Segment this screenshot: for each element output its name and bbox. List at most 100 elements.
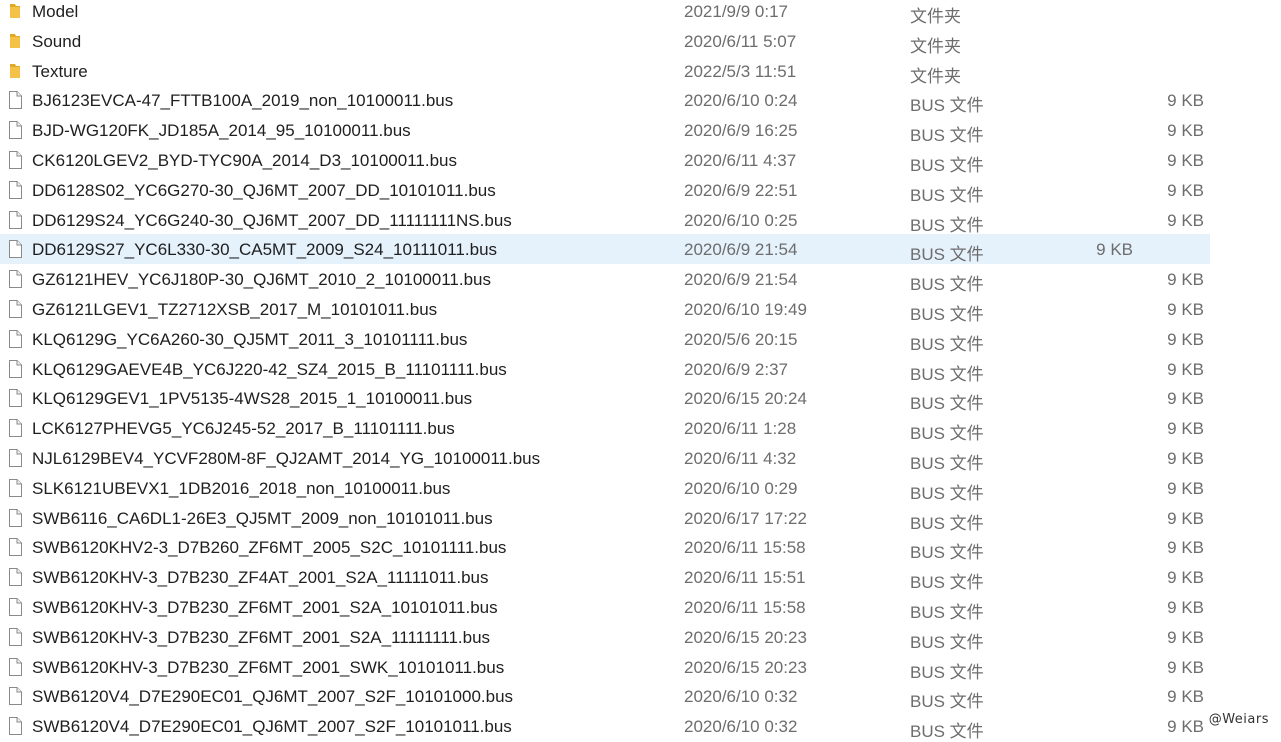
date-modified: 2022/5/3 11:51: [684, 61, 797, 81]
file-icon: [7, 538, 23, 557]
file-type: BUS 文件: [910, 155, 984, 175]
date-modified: 2020/6/10 0:24: [684, 91, 798, 111]
file-type: BUS 文件: [910, 632, 984, 652]
file-icon: [7, 121, 23, 140]
file-type: BUS 文件: [910, 245, 984, 265]
file-icon: [7, 717, 23, 736]
file-type: BUS 文件: [910, 215, 984, 235]
file-row[interactable]: GZ6121HEV_YC6J180P-30_QJ6MT_2010_2_10100…: [0, 264, 1281, 294]
file-name: NJL6129BEV4_YCVF280M-8F_QJ2AMT_2014_YG_1…: [32, 448, 541, 468]
file-name: SWB6120KHV-3_D7B230_ZF6MT_2001_S2A_11111…: [32, 627, 491, 647]
date-modified: 2020/6/15 20:23: [684, 657, 807, 677]
file-name: SWB6120KHV-3_D7B230_ZF6MT_2001_S2A_10101…: [32, 597, 498, 617]
file-row[interactable]: SWB6120KHV-3_D7B230_ZF4AT_2001_S2A_11111…: [0, 562, 1281, 592]
file-row[interactable]: GZ6121LGEV1_TZ2712XSB_2017_M_10101011.bu…: [0, 294, 1281, 324]
file-type: BUS 文件: [910, 453, 984, 473]
date-modified: 2020/6/11 4:32: [684, 448, 797, 468]
file-size: 9 KB: [1167, 657, 1204, 677]
file-row[interactable]: KLQ6129GEV1_1PV5135-4WS28_2015_1_1010001…: [0, 383, 1281, 413]
file-size: 9 KB: [1167, 478, 1204, 498]
file-row[interactable]: SLK6121UBEVX1_1DB2016_2018_non_10100011.…: [0, 473, 1281, 503]
file-row[interactable]: CK6120LGEV2_BYD-TYC90A_2014_D3_10100011.…: [0, 145, 1281, 175]
file-row[interactable]: BJ6123EVCA-47_FTTB100A_2019_non_10100011…: [0, 85, 1281, 115]
file-icon: [7, 568, 23, 587]
file-row[interactable]: SWB6120KHV-3_D7B230_ZF6MT_2001_S2A_11111…: [0, 622, 1281, 652]
file-row[interactable]: SWB6120KHV-3_D7B230_ZF6MT_2001_S2A_10101…: [0, 592, 1281, 622]
file-icon: [7, 508, 23, 527]
file-name: SWB6120KHV-3_D7B230_ZF4AT_2001_S2A_11111…: [32, 568, 489, 588]
file-name: KLQ6129GAEVE4B_YC6J220-42_SZ4_2015_B_111…: [32, 359, 507, 379]
date-modified: 2020/6/10 0:29: [684, 478, 798, 498]
file-icon: [7, 329, 23, 348]
file-size: 9 KB: [1167, 508, 1204, 528]
folder-row[interactable]: Sound 2020/6/11 5:07 文件夹: [0, 26, 1281, 56]
file-name: KLQ6129G_YC6A260-30_QJ5MT_2011_3_1010111…: [32, 329, 468, 349]
file-row[interactable]: SWB6120V4_D7E290EC01_QJ6MT_2007_S2F_1010…: [0, 711, 1281, 741]
file-type: 文件夹: [910, 36, 961, 56]
date-modified: 2020/6/10 0:32: [684, 687, 798, 707]
file-size: 9 KB: [1167, 150, 1204, 170]
file-icon: [7, 687, 23, 706]
file-name: SWB6120V4_D7E290EC01_QJ6MT_2007_S2F_1010…: [32, 687, 514, 707]
file-name: SWB6120KHV-3_D7B230_ZF6MT_2001_SWK_10101…: [32, 657, 505, 677]
file-size: 9 KB: [1167, 270, 1204, 290]
file-size: 9 KB: [1167, 359, 1204, 379]
file-name: Sound: [32, 31, 82, 51]
folder-row[interactable]: Texture 2022/5/3 11:51 文件夹: [0, 56, 1281, 86]
file-type: BUS 文件: [910, 513, 984, 533]
file-size: 9 KB: [1167, 568, 1204, 588]
watermark: @Weiars: [1208, 712, 1269, 727]
file-type: BUS 文件: [910, 602, 984, 622]
file-icon: [7, 419, 23, 438]
date-modified: 2020/5/6 20:15: [684, 329, 798, 349]
date-modified: 2020/6/9 21:54: [684, 240, 798, 260]
file-name: BJD-WG120FK_JD185A_2014_95_10100011.bus: [32, 121, 411, 141]
file-name: SLK6121UBEVX1_1DB2016_2018_non_10100011.…: [32, 478, 451, 498]
file-size: 9 KB: [1167, 121, 1204, 141]
file-size: 9 KB: [1167, 329, 1204, 349]
file-size: 9 KB: [1167, 687, 1204, 707]
file-name: DD6129S24_YC6G240-30_QJ6MT_2007_DD_11111…: [32, 210, 512, 230]
file-row[interactable]: SWB6116_CA6DL1-26E3_QJ5MT_2009_non_10101…: [0, 503, 1281, 533]
file-name: Model: [32, 2, 79, 21]
date-modified: 2020/6/9 2:37: [684, 359, 788, 379]
file-row[interactable]: SWB6120KHV2-3_D7B260_ZF6MT_2005_S2C_1010…: [0, 532, 1281, 562]
file-name: CK6120LGEV2_BYD-TYC90A_2014_D3_10100011.…: [32, 150, 457, 170]
file-row[interactable]: DD6129S24_YC6G240-30_QJ6MT_2007_DD_11111…: [0, 205, 1281, 235]
file-size: 9 KB: [1096, 240, 1133, 260]
file-icon: [7, 597, 23, 616]
file-name: KLQ6129GEV1_1PV5135-4WS28_2015_1_1010001…: [32, 389, 473, 409]
file-row[interactable]: KLQ6129G_YC6A260-30_QJ5MT_2011_3_1010111…: [0, 324, 1281, 354]
file-type: BUS 文件: [910, 722, 984, 742]
date-modified: 2020/6/11 15:51: [684, 568, 806, 588]
date-modified: 2020/6/9 21:54: [684, 270, 798, 290]
file-row[interactable]: DD6129S27_YC6L330-30_CA5MT_2009_S24_1011…: [0, 234, 1210, 264]
file-icon: [7, 478, 23, 497]
date-modified: 2020/6/11 1:28: [684, 419, 797, 439]
file-row[interactable]: DD6128S02_YC6G270-30_QJ6MT_2007_DD_10101…: [0, 175, 1281, 205]
file-type: BUS 文件: [910, 275, 984, 295]
file-row[interactable]: LCK6127PHEVG5_YC6J245-52_2017_B_11101111…: [0, 413, 1281, 443]
file-type: BUS 文件: [910, 483, 984, 503]
file-row[interactable]: SWB6120KHV-3_D7B230_ZF6MT_2001_SWK_10101…: [0, 652, 1281, 682]
file-icon: [7, 270, 23, 289]
date-modified: 2020/6/11 15:58: [684, 597, 806, 617]
file-icon: [7, 240, 23, 259]
file-icon: [7, 448, 23, 467]
file-name: DD6128S02_YC6G270-30_QJ6MT_2007_DD_10101…: [32, 180, 496, 200]
folder-icon: [7, 32, 23, 50]
file-row[interactable]: KLQ6129GAEVE4B_YC6J220-42_SZ4_2015_B_111…: [0, 354, 1281, 384]
file-row[interactable]: BJD-WG120FK_JD185A_2014_95_10100011.bus 2…: [0, 115, 1281, 145]
file-icon: [7, 627, 23, 646]
file-size: 9 KB: [1167, 717, 1204, 737]
file-row[interactable]: SWB6120V4_D7E290EC01_QJ6MT_2007_S2F_1010…: [0, 681, 1281, 711]
file-type: BUS 文件: [910, 364, 984, 384]
file-type: BUS 文件: [910, 394, 984, 414]
file-type: BUS 文件: [910, 304, 984, 324]
file-name: Texture: [32, 61, 88, 81]
file-type: BUS 文件: [910, 334, 984, 354]
file-icon: [7, 299, 23, 318]
file-name: SWB6116_CA6DL1-26E3_QJ5MT_2009_non_10101…: [32, 508, 493, 528]
folder-row[interactable]: Model 2021/9/9 0:17 文件夹: [0, 0, 1281, 26]
file-row[interactable]: NJL6129BEV4_YCVF280M-8F_QJ2AMT_2014_YG_1…: [0, 443, 1281, 473]
